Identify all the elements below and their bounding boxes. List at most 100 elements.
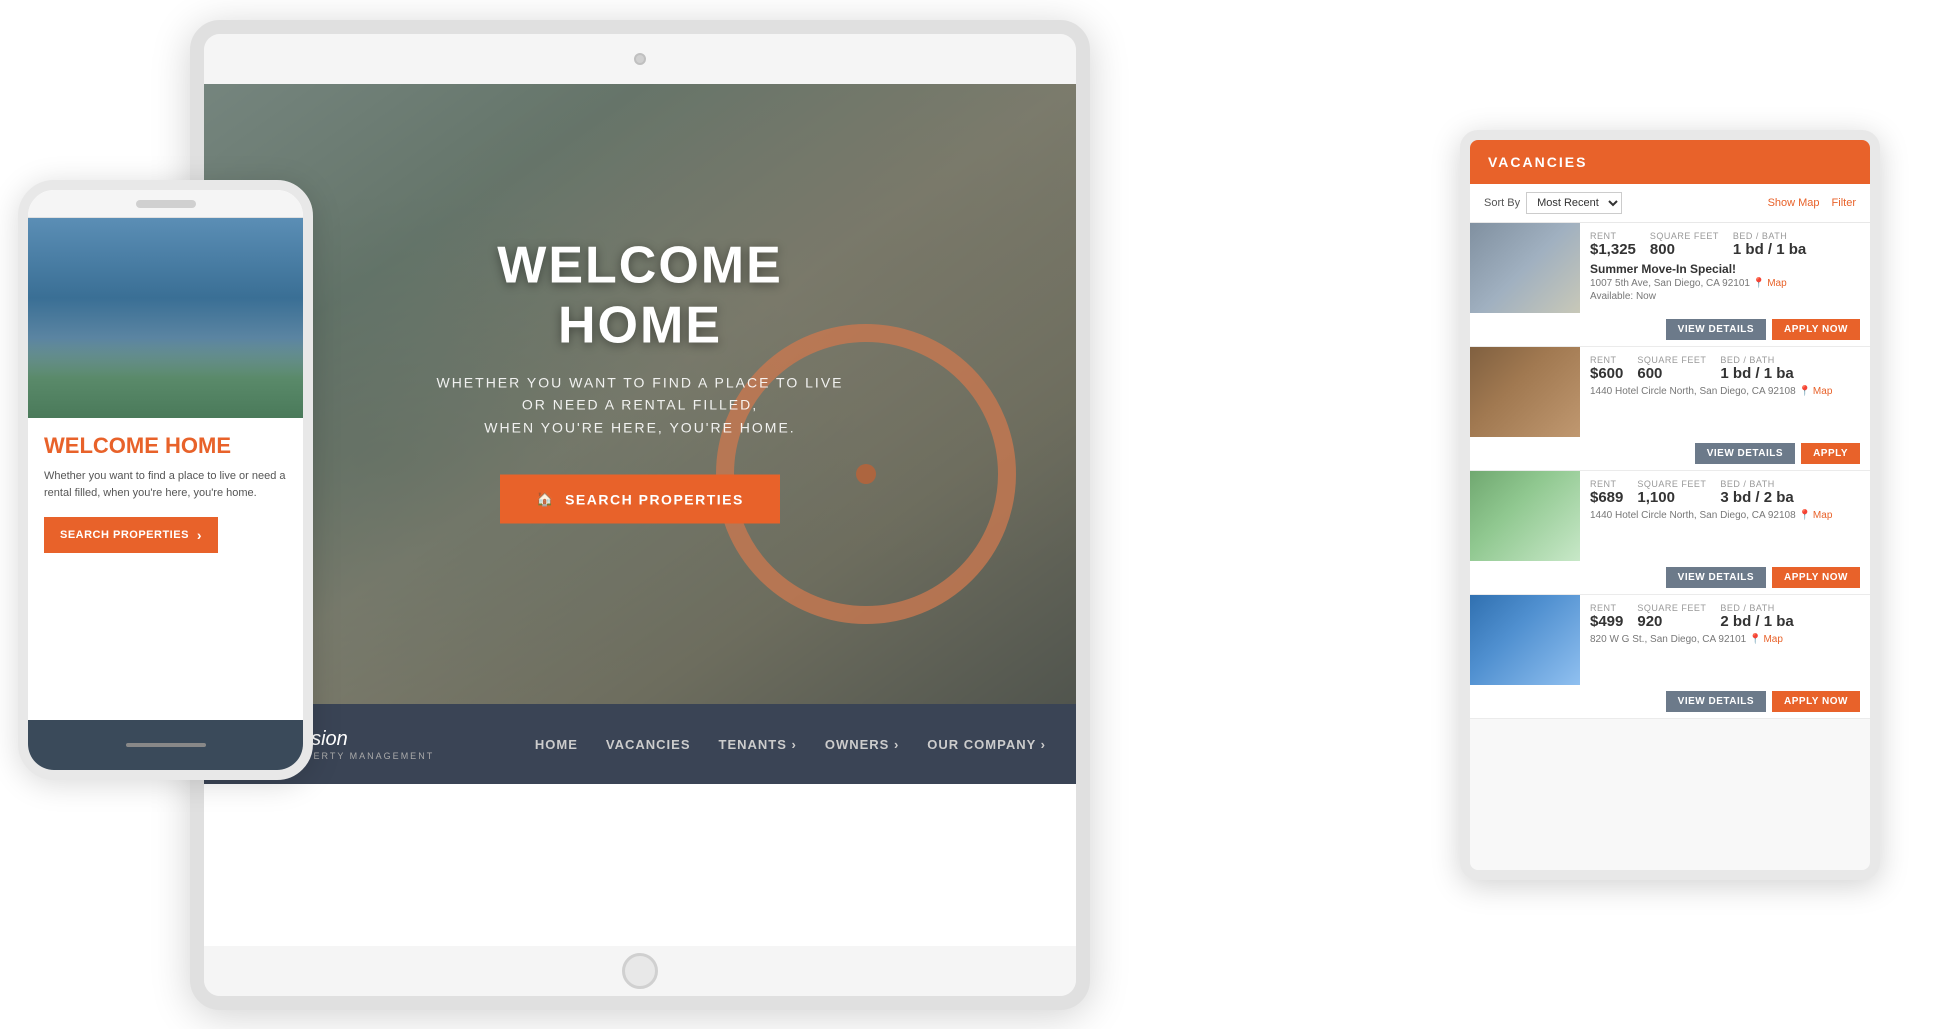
sqft-value-2: 600 (1637, 365, 1706, 382)
sqft-label-3: SQUARE FEET (1637, 479, 1706, 489)
vacancies-device: VACANCIES Sort By Most Recent Show Map F… (1460, 130, 1880, 880)
vacancy-2-apply-button[interactable]: Apply (1801, 443, 1860, 464)
vacancy-2-address: 1440 Hotel Circle North, San Diego, CA 9… (1590, 386, 1860, 397)
tablet-search-button[interactable]: 🏠 SEARCH PROPERTIES (500, 475, 780, 524)
vacancy-4-bedbath-stat: BED / BATH 2 bd / 1 ba (1720, 603, 1793, 630)
vacancy-1-apply-button[interactable]: Apply Now (1772, 319, 1860, 340)
vacancy-item-3-main: RENT $689 SQUARE FEET 1,100 BED / BATH 3… (1470, 471, 1870, 561)
vacancy-item-4-info: RENT $499 SQUARE FEET 920 BED / BATH 2 b… (1580, 595, 1870, 685)
vacancies-controls: Sort By Most Recent Show Map Filter (1470, 184, 1870, 223)
phone-device: WELCOME HOME Whether you want to find a … (18, 180, 313, 780)
vacancy-item-1: RENT $1,325 SQUARE FEET 800 BED / BATH 1… (1470, 223, 1870, 347)
vacancy-item-2-stats: RENT $600 SQUARE FEET 600 BED / BATH 1 b… (1590, 355, 1860, 382)
vacancy-item-4: RENT $499 SQUARE FEET 920 BED / BATH 2 b… (1470, 595, 1870, 719)
vacancy-2-bedbath-stat: BED / BATH 1 bd / 1 ba (1720, 355, 1793, 382)
vacancy-item-4-stats: RENT $499 SQUARE FEET 920 BED / BATH 2 b… (1590, 603, 1860, 630)
sqft-value-1: 800 (1650, 241, 1719, 258)
phone-welcome-text: Whether you want to find a place to live… (44, 468, 287, 501)
vacancy-1-address: 1007 5th Ave, San Diego, CA 92101 📍 Map (1590, 278, 1860, 289)
vacancy-2-map-link[interactable]: 📍 Map (1798, 386, 1832, 397)
vacancy-3-actions: View Details Apply Now (1470, 561, 1870, 594)
rent-label-4: RENT (1590, 603, 1623, 613)
vacancy-1-actions: View Details Apply Now (1470, 313, 1870, 346)
show-map-link[interactable]: Show Map (1768, 197, 1820, 209)
tablet-hero-section: WELCOME HOME WHETHER YOU WANT TO FIND A … (204, 84, 1076, 704)
vacancy-3-bedbath-stat: BED / BATH 3 bd / 2 ba (1720, 479, 1793, 506)
rent-value-3: $689 (1590, 489, 1623, 506)
vacancy-2-actions: View Details Apply (1470, 437, 1870, 470)
tablet-hero-content: WELCOME HOME WHETHER YOU WANT TO FIND A … (422, 236, 858, 524)
sqft-value-3: 1,100 (1637, 489, 1706, 506)
rent-label-1: RENT (1590, 231, 1636, 241)
vacancy-item-2-info: RENT $600 SQUARE FEET 600 BED / BATH 1 b… (1580, 347, 1870, 437)
phone-welcome-title: WELCOME HOME (44, 434, 287, 458)
tablet-search-label: SEARCH PROPERTIES (565, 491, 744, 507)
vacancy-4-map-link[interactable]: 📍 Map (1749, 634, 1783, 645)
vacancy-item-2-image (1470, 347, 1580, 437)
phone-search-button[interactable]: SEARCH PROPERTIES › (44, 517, 218, 553)
filter-link[interactable]: Filter (1832, 197, 1856, 209)
tablet-nav-vacancies[interactable]: VACANCIES (606, 737, 691, 752)
tablet-hero-subtitle-line2: WHEN YOU'RE HERE, YOU'RE HOME. (484, 419, 795, 435)
vacancies-title: VACANCIES (1488, 154, 1587, 170)
vacancy-3-apply-button[interactable]: Apply Now (1772, 567, 1860, 588)
bedbath-label-3: BED / BATH (1720, 479, 1793, 489)
bedbath-label-4: BED / BATH (1720, 603, 1793, 613)
rent-value-1: $1,325 (1590, 241, 1636, 258)
phone-arrow-icon: › (197, 527, 202, 543)
phone-hills-fg (28, 338, 303, 418)
vacancy-4-rent-stat: RENT $499 (1590, 603, 1623, 630)
tablet-camera (634, 53, 646, 65)
phone-hero-image (28, 218, 303, 418)
vacancy-1-details-button[interactable]: View Details (1666, 319, 1766, 340)
tablet-hero-subtitle-line1: WHETHER YOU WANT TO FIND A PLACE TO LIVE… (436, 375, 843, 413)
bedbath-value-4: 2 bd / 1 ba (1720, 613, 1793, 630)
tablet-top-bar (204, 34, 1076, 84)
tablet-nav-home[interactable]: HOME (535, 737, 578, 752)
rent-label-2: RENT (1590, 355, 1623, 365)
sort-area: Sort By Most Recent (1484, 192, 1622, 214)
vacancy-4-apply-button[interactable]: Apply Now (1772, 691, 1860, 712)
vacancy-3-rent-stat: RENT $689 (1590, 479, 1623, 506)
rent-value-4: $499 (1590, 613, 1623, 630)
vacancy-item-2: RENT $600 SQUARE FEET 600 BED / BATH 1 b… (1470, 347, 1870, 471)
bedbath-value-2: 1 bd / 1 ba (1720, 365, 1793, 382)
tablet-navigation: 🏠 Mission PROPERTY MANAGEMENT HOME VACAN… (204, 704, 1076, 784)
sort-select[interactable]: Most Recent (1526, 192, 1622, 214)
vacancy-1-map-link[interactable]: 📍 Map (1753, 278, 1787, 289)
tablet-nav-company[interactable]: OUR COMPANY › (927, 737, 1046, 752)
phone-notch (28, 190, 303, 218)
vacancy-3-address: 1440 Hotel Circle North, San Diego, CA 9… (1590, 510, 1860, 521)
phone-screen: WELCOME HOME Whether you want to find a … (28, 218, 303, 770)
vacancies-header: VACANCIES (1470, 140, 1870, 184)
vacancy-4-actions: View Details Apply Now (1470, 685, 1870, 718)
vacancy-2-details-button[interactable]: View Details (1695, 443, 1795, 464)
sqft-value-4: 920 (1637, 613, 1706, 630)
bedbath-label-1: BED / BATH (1733, 231, 1806, 241)
bedbath-label-2: BED / BATH (1720, 355, 1793, 365)
vacancy-item-3-stats: RENT $689 SQUARE FEET 1,100 BED / BATH 3… (1590, 479, 1860, 506)
vacancy-item-4-main: RENT $499 SQUARE FEET 920 BED / BATH 2 b… (1470, 595, 1870, 685)
tablet-screen: WELCOME HOME WHETHER YOU WANT TO FIND A … (204, 84, 1076, 946)
vacancy-1-bedbath-stat: BED / BATH 1 bd / 1 ba (1733, 231, 1806, 258)
vacancy-item-1-stats: RENT $1,325 SQUARE FEET 800 BED / BATH 1… (1590, 231, 1860, 258)
vacancies-list: RENT $1,325 SQUARE FEET 800 BED / BATH 1… (1470, 223, 1870, 863)
vacancy-3-map-link[interactable]: 📍 Map (1798, 510, 1832, 521)
sqft-label-1: SQUARE FEET (1650, 231, 1719, 241)
map-filter-area: Show Map Filter (1768, 197, 1856, 209)
vacancy-3-details-button[interactable]: View Details (1666, 567, 1766, 588)
bedbath-value-3: 3 bd / 2 ba (1720, 489, 1793, 506)
tablet-home-button[interactable] (622, 953, 658, 989)
vacancy-item-1-info: RENT $1,325 SQUARE FEET 800 BED / BATH 1… (1580, 223, 1870, 313)
bedbath-value-1: 1 bd / 1 ba (1733, 241, 1806, 258)
vacancy-2-sqft-stat: SQUARE FEET 600 (1637, 355, 1706, 382)
tablet-nav-owners[interactable]: OWNERS › (825, 737, 899, 752)
vacancy-4-address: 820 W G St., San Diego, CA 92101 📍 Map (1590, 634, 1860, 645)
phone-home-indicator (126, 743, 206, 747)
sort-label: Sort By (1484, 197, 1520, 209)
rent-value-2: $600 (1590, 365, 1623, 382)
vacancy-4-details-button[interactable]: View Details (1666, 691, 1766, 712)
tablet-device: WELCOME HOME WHETHER YOU WANT TO FIND A … (190, 20, 1090, 1010)
tablet-nav-links: HOME VACANCIES TENANTS › OWNERS › OUR CO… (535, 737, 1046, 752)
tablet-nav-tenants[interactable]: TENANTS › (719, 737, 797, 752)
